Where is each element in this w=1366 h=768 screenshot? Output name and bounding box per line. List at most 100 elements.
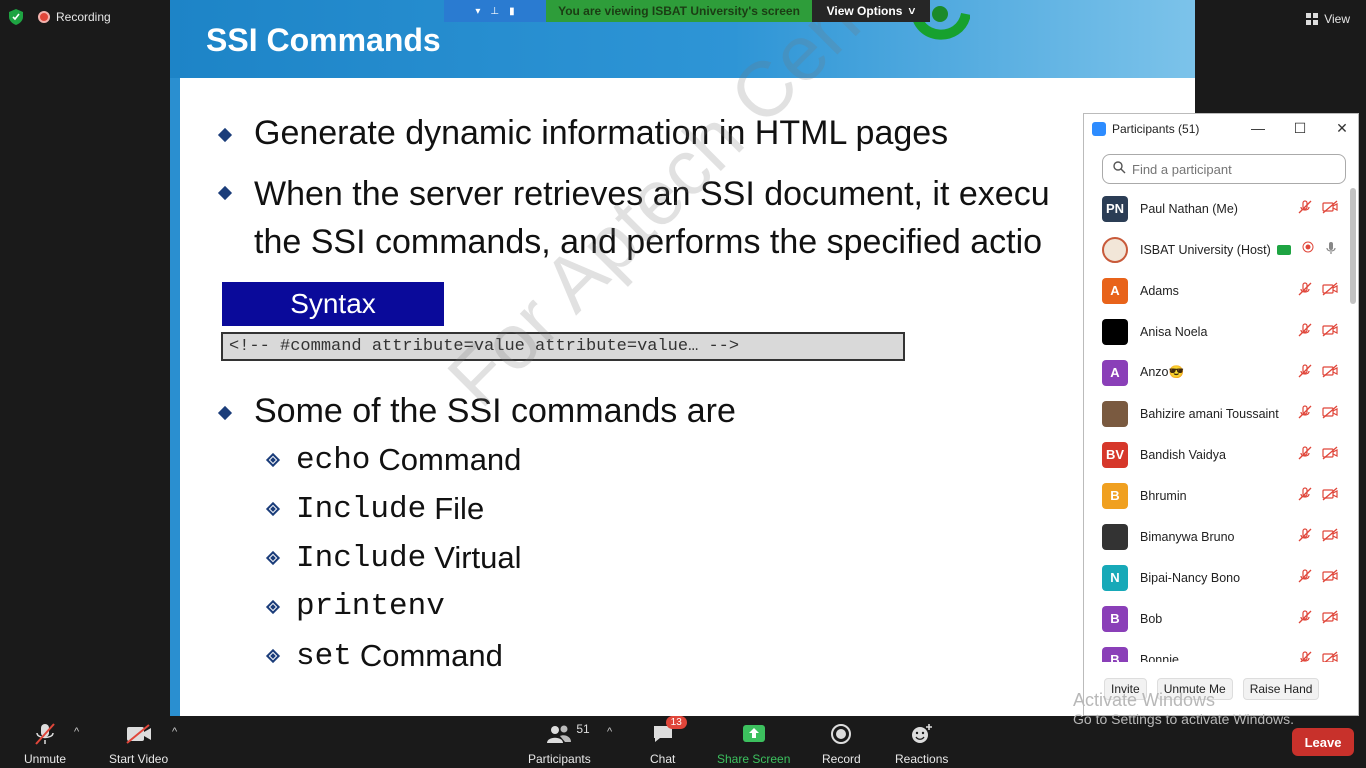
mic-muted-icon — [1298, 610, 1312, 627]
participant-status-icons — [1302, 241, 1338, 258]
mic-icon — [1324, 241, 1338, 258]
participant-status-icons — [1298, 487, 1338, 504]
participant-list: PN Paul Nathan (Me) ISBAT University (Host… — [1084, 188, 1352, 662]
participant-status-icons — [1298, 651, 1338, 662]
recording-label: Recording — [56, 10, 111, 24]
search-input[interactable] — [1132, 161, 1332, 177]
viewing-banner: You are viewing ISBAT University's scree… — [546, 0, 812, 22]
participant-status-icons — [1298, 405, 1338, 422]
video-off-icon — [1322, 651, 1338, 662]
avatar: N — [1102, 564, 1128, 591]
participant-row[interactable]: BV Bandish Vaidya — [1084, 434, 1352, 475]
video-off-icon — [1322, 528, 1338, 545]
participant-status-icons — [1298, 323, 1338, 340]
participant-row[interactable]: PN Paul Nathan (Me) — [1084, 188, 1352, 229]
mic-muted-icon — [1298, 446, 1312, 463]
sub-bullet-item: set Command — [265, 638, 503, 674]
share-screen-button[interactable]: Share Screen — [717, 722, 790, 766]
sub-diamond-icon — [265, 501, 281, 517]
chevron-down-icon[interactable]: ▾ — [475, 6, 480, 17]
sub-bullet-item: Include File — [265, 491, 484, 527]
avatar: BV — [1102, 441, 1128, 468]
participant-row[interactable]: B Bob — [1084, 598, 1352, 639]
participant-row[interactable]: Bahizire amani Toussaint — [1084, 393, 1352, 434]
recording-dot-icon — [38, 11, 50, 23]
mic-muted-icon — [34, 722, 56, 746]
chevron-up-icon[interactable]: ^ — [74, 726, 79, 738]
share-bar-controls[interactable]: ▾ ⊥ ▮ — [444, 0, 546, 22]
screen-share-badge-icon — [1276, 244, 1291, 255]
view-button[interactable]: View — [1306, 12, 1350, 26]
sub-diamond-icon — [265, 550, 281, 566]
video-off-icon — [1322, 200, 1338, 217]
avatar: A — [1102, 277, 1128, 304]
grid-view-icon — [1306, 13, 1319, 25]
shield-icon[interactable] — [8, 8, 24, 26]
shared-screen-slide: SSI Commands Generate dynamic informatio… — [170, 0, 1195, 716]
chat-label: Chat — [650, 752, 676, 766]
participant-row[interactable]: B Bonnie — [1084, 639, 1352, 662]
chat-button[interactable]: 13 Chat — [650, 716, 687, 766]
mic-muted-icon — [1298, 569, 1312, 586]
maximize-icon[interactable]: ☐ — [1292, 120, 1308, 137]
zoom-logo-icon — [1092, 122, 1106, 136]
diamond-bullet-icon — [217, 185, 233, 201]
avatar — [1102, 523, 1128, 550]
leave-button[interactable]: Leave — [1292, 728, 1354, 756]
syntax-heading: Syntax — [222, 282, 444, 326]
participant-status-icons — [1298, 569, 1338, 586]
reactions-button[interactable]: Reactions — [895, 722, 948, 766]
share-screen-label: Share Screen — [717, 752, 791, 766]
close-icon[interactable]: ✕ — [1334, 120, 1350, 137]
participant-search[interactable] — [1102, 154, 1346, 184]
participant-row[interactable]: A Adams — [1084, 270, 1352, 311]
participant-row[interactable]: N Bipai-Nancy Bono — [1084, 557, 1352, 598]
start-video-button[interactable]: Start Video — [109, 722, 168, 766]
chevron-up-icon[interactable]: ^ — [172, 726, 177, 738]
screen-share-bar: ▾ ⊥ ▮ You are viewing ISBAT University's… — [444, 0, 930, 22]
video-off-icon — [1322, 610, 1338, 627]
record-button[interactable]: Record — [822, 722, 861, 766]
participant-row[interactable]: Anisa Noela — [1084, 311, 1352, 352]
minimize-icon[interactable]: — — [1250, 120, 1266, 137]
sub-bullet-item: printenv — [265, 589, 453, 624]
participants-button[interactable]: 51 Participants — [528, 722, 591, 766]
chat-unread-badge: 13 — [665, 716, 687, 729]
sub-bullet-item: Include Virtual — [265, 540, 522, 576]
avatar — [1102, 236, 1128, 263]
participants-panel: Participants (51) — ☐ ✕ PNPaul Nathan (M… — [1083, 113, 1359, 716]
search-icon — [1113, 161, 1126, 177]
diamond-bullet-icon — [217, 127, 233, 143]
participant-row[interactable]: A Anzo😎 — [1084, 352, 1352, 393]
participant-row[interactable]: B Bhrumin — [1084, 475, 1352, 516]
unmute-label: Unmute — [24, 752, 67, 766]
avatar: B — [1102, 605, 1128, 632]
recording-icon — [1302, 241, 1314, 258]
bullet-item: When the server retrieves an SSI documen… — [217, 170, 1140, 266]
avatar — [1102, 400, 1128, 427]
mic-muted-icon — [1298, 200, 1312, 217]
scroll-thumb[interactable] — [1350, 188, 1356, 304]
recording-indicator[interactable]: Recording — [38, 10, 111, 24]
participant-status-icons — [1298, 200, 1338, 217]
participant-row[interactable]: ISBAT University (Host) — [1084, 229, 1352, 270]
avatar: PN — [1102, 195, 1128, 222]
windows-activation-notice: Activate Windows Go to Settings to activ… — [1073, 690, 1294, 727]
avatar: B — [1102, 482, 1128, 509]
pin-icon[interactable]: ⊥ — [490, 6, 499, 17]
view-options-button[interactable]: View Options ˅ — [812, 0, 930, 22]
participant-row[interactable]: Bimanywa Bruno — [1084, 516, 1352, 557]
sub-diamond-icon — [265, 648, 281, 664]
sub-bullet-item: echo Command — [265, 442, 521, 478]
smiley-plus-icon — [910, 722, 934, 746]
panel-title: Participants (51) — [1112, 122, 1200, 136]
scrollbar[interactable] — [1350, 188, 1356, 662]
video-off-icon — [1322, 446, 1338, 463]
unmute-button[interactable]: Unmute — [24, 722, 66, 766]
mic-muted-icon — [1298, 651, 1312, 662]
video-off-icon — [1322, 323, 1338, 340]
reactions-label: Reactions — [895, 752, 949, 766]
bullet-item: Generate dynamic information in HTML pag… — [217, 114, 948, 153]
participant-status-icons — [1298, 446, 1338, 463]
chevron-up-icon[interactable]: ^ — [607, 726, 612, 738]
